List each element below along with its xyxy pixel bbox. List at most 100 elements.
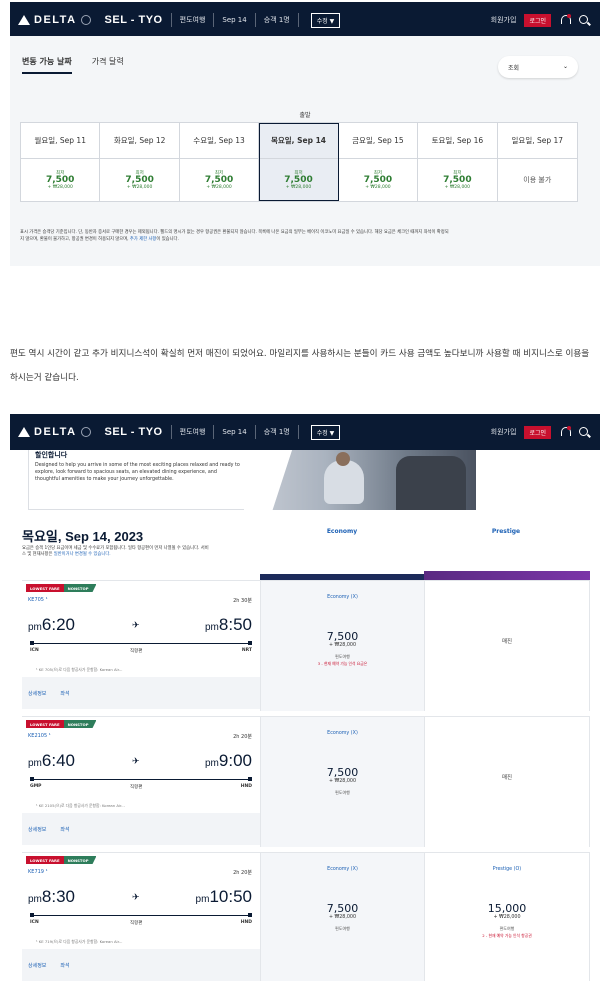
economy-fare-cell[interactable]: Economy (X) 7,500 + ₩28,000 편도여행 xyxy=(260,717,424,847)
prestige-fare-cell[interactable]: Prestige (O) 15,000 + ₩28,000 편도여행 2 - 현… xyxy=(424,853,590,981)
date-cell: 일요일, Sep 17 이용 불가 xyxy=(497,123,577,201)
date-cell-selected[interactable]: 목요일, Sep 14 최저 7,500 + ₩28,000 xyxy=(259,123,339,201)
date-label: 금요일, Sep 15 xyxy=(338,123,418,159)
origin-airport: ICN xyxy=(30,920,39,925)
date-label: 토요일, Sep 16 xyxy=(418,123,497,159)
seat-map-link[interactable]: 좌석 xyxy=(60,690,69,697)
edit-search-button[interactable]: 수정 ▼ xyxy=(310,424,341,440)
unavailable-label: 이용 불가 xyxy=(523,176,552,184)
tab-price-calendar[interactable]: 가격 달력 xyxy=(92,56,124,74)
won-value: + ₩28,000 xyxy=(328,915,357,920)
divider xyxy=(254,13,256,27)
promo-text: Designed to help you arrive in some of t… xyxy=(35,463,240,483)
departure-time: pm8:30 xyxy=(28,887,75,906)
results-subtext: 요금은 승객 1인당 요금이며 세금 및 수수료가 포함됩니다. 일타 항공편이… xyxy=(22,546,209,558)
date-cell[interactable]: 토요일, Sep 16 최저 7,500 + ₩28,000 xyxy=(418,123,498,201)
divider xyxy=(297,13,299,27)
trip-type-label: 편도여행 xyxy=(335,654,350,659)
economy-fare-cell[interactable]: Economy (X) 7,500 + ₩28,000 편도여행 xyxy=(260,853,424,981)
operated-by-note: ¹ KE 705(으)로 다음 항공사가 운항함: Korean Air... xyxy=(36,667,123,672)
arrival-time: pm8:50 xyxy=(205,615,252,634)
flight-number[interactable]: KE719 ¹ xyxy=(28,869,48,875)
delta-logo[interactable]: DELTA xyxy=(18,14,91,26)
fare-badge: LOWEST FARE NONSTOP xyxy=(26,856,97,864)
route-label[interactable]: SEL - TYO xyxy=(105,14,163,26)
airplane-icon: ✈ xyxy=(132,757,140,767)
notification-bell-icon[interactable] xyxy=(559,14,571,26)
won-value: + ₩28,000 xyxy=(206,185,232,191)
skyteam-seal-icon xyxy=(80,15,91,25)
trip-type[interactable]: 편도여행 xyxy=(180,15,206,25)
prestige-fare-cell: 매진 xyxy=(424,717,590,847)
edit-search-button[interactable]: 수정 ▼ xyxy=(310,12,341,28)
restrictions-link[interactable]: 추가 제한 사항 xyxy=(130,237,156,242)
details-link[interactable]: 상세정보 xyxy=(28,690,46,697)
sort-select-label: 조회 xyxy=(508,65,520,72)
date-cell[interactable]: 월요일, Sep 11 최저 7,500 + ₩28,000 xyxy=(21,123,101,201)
flight-row: LOWEST FARE NONSTOP KE719 ¹ 2h 20분 pm8:30… xyxy=(22,852,590,981)
trip-type[interactable]: 편도여행 xyxy=(180,427,206,437)
flight-number[interactable]: KE2105 ¹ xyxy=(28,733,51,739)
search-icon[interactable] xyxy=(579,14,590,26)
delta-logo[interactable]: DELTA xyxy=(18,426,91,438)
fare-disclaimer: 표시 가격은 승객당 기준입니다. 단, 동반자 증서로 구매한 경우는 제외됩… xyxy=(20,230,449,242)
route-line xyxy=(30,913,252,917)
trip-date[interactable]: Sep 14 xyxy=(222,428,246,436)
login-button[interactable]: 로그인 xyxy=(524,13,551,27)
won-value: + ₩28,000 xyxy=(444,185,471,191)
fare-badge: LOWEST FARE NONSTOP xyxy=(26,720,97,728)
prestige-bar xyxy=(424,571,590,580)
sort-select[interactable]: 조회 ⌄ xyxy=(498,56,578,78)
origin-airport: ICN xyxy=(30,648,39,653)
notification-bell-icon[interactable] xyxy=(559,426,571,438)
miles-value: 7,500 xyxy=(45,174,75,185)
miles-value: 15,000 xyxy=(487,902,527,915)
flexible-dates-panel: 변동 가능 날짜 가격 달력 조회 ⌄ 출발 월요일, Sep 11 최저 7,5… xyxy=(10,36,600,266)
departure-time: pm6:40 xyxy=(28,751,75,770)
date-label: 수요일, Sep 13 xyxy=(179,123,259,159)
date-cell[interactable]: 금요일, Sep 15 최저 7,500 + ₩28,000 xyxy=(338,123,419,201)
arrival-time: pm10:50 xyxy=(195,887,252,906)
won-value: + ₩28,000 xyxy=(126,185,153,191)
destination-airport: NRT xyxy=(241,648,252,653)
flight-duration: 2h 30분 xyxy=(233,598,252,604)
won-value: + ₩28,000 xyxy=(493,915,521,920)
date-cell[interactable]: 수요일, Sep 13 최저 7,500 + ₩28,000 xyxy=(179,123,260,201)
signup-link[interactable]: 회원가입 xyxy=(491,427,517,437)
miles-value: 7,500 xyxy=(284,174,313,185)
seat-map-link[interactable]: 좌석 xyxy=(60,826,69,833)
operated-by-note: ¹ KE 2105(으)로 다음 항공사가 운항함: Korean Air... xyxy=(36,803,125,808)
miles-value: 7,500 xyxy=(443,174,472,185)
route-line xyxy=(30,777,252,781)
nonstop-label: 직항편 xyxy=(130,785,143,790)
divider xyxy=(297,425,299,439)
depart-label: 출발 xyxy=(299,112,311,119)
passenger-count[interactable]: 승객 1명 xyxy=(264,15,290,25)
miles-value: 7,500 xyxy=(125,174,154,185)
trip-date[interactable]: Sep 14 xyxy=(222,16,246,24)
trip-type-label: 편도여행 xyxy=(335,926,350,931)
fare-class: Prestige (O) xyxy=(492,867,522,872)
divider xyxy=(170,425,172,439)
airplane-icon: ✈ xyxy=(132,621,140,631)
route-label[interactable]: SEL - TYO xyxy=(105,426,163,438)
login-button[interactable]: 로그인 xyxy=(524,425,551,439)
date-label: 월요일, Sep 11 xyxy=(21,123,100,159)
details-link[interactable]: 상세정보 xyxy=(28,826,46,833)
passenger-count[interactable]: 승객 1명 xyxy=(264,427,290,437)
flight-row: LOWEST FARE NONSTOP KE705 ¹ 2h 30분 pm6:20… xyxy=(22,580,590,711)
cabin-photo xyxy=(244,450,476,510)
date-cell[interactable]: 화요일, Sep 12 최저 7,500 + ₩28,000 xyxy=(100,123,180,201)
divider xyxy=(254,425,256,439)
miles-value: 7,500 xyxy=(326,902,359,915)
promo-title: 할인합니다 xyxy=(35,451,68,459)
operated-by-note: ¹ KE 719(으)로 다음 항공사가 운항함: Korean Air... xyxy=(36,939,123,944)
flight-number[interactable]: KE705 ¹ xyxy=(28,597,48,603)
economy-fare-cell[interactable]: Economy (X) 7,500 + ₩28,000 편도여행 3 - 현재 … xyxy=(260,581,424,711)
signup-link[interactable]: 회원가입 xyxy=(491,15,517,25)
change-info-link[interactable]: 일반이거나 변경될 수 있습니다. xyxy=(54,552,111,557)
tab-flexible-dates[interactable]: 변동 가능 날짜 xyxy=(22,56,72,74)
details-link[interactable]: 상세정보 xyxy=(28,962,46,969)
seat-map-link[interactable]: 좌석 xyxy=(60,962,69,969)
search-icon[interactable] xyxy=(579,426,590,438)
